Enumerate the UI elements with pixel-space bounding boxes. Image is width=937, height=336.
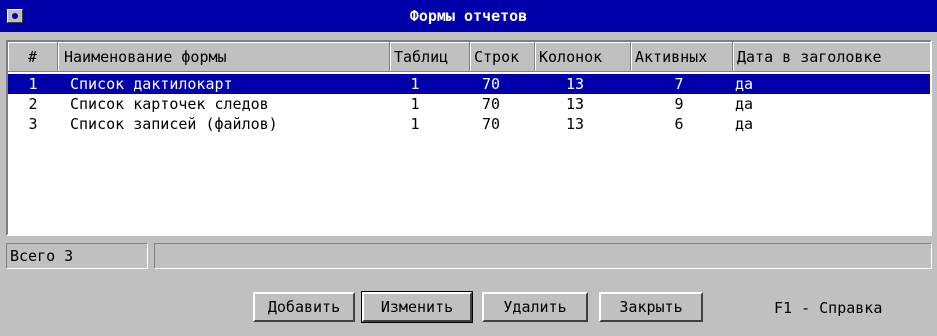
table-header: # Наименование формы Таблиц Строк Колоно…: [8, 42, 930, 72]
title-bar[interactable]: Формы отчетов: [0, 0, 937, 32]
active-count: 6: [674, 115, 684, 133]
column-header-name[interactable]: Наименование формы: [58, 42, 390, 72]
form-name: Список карточек следов: [70, 95, 269, 113]
table-row[interactable]: 3 Список записей (файлов) 1 70 13 6 да: [8, 114, 930, 134]
columns-count: 13: [565, 75, 585, 93]
column-header-date-in-title[interactable]: Дата в заголовке: [733, 42, 930, 72]
table-row[interactable]: 2 Список карточек следов 1 70 13 9 да: [8, 94, 930, 114]
tables-count: 1: [410, 95, 420, 113]
row-number: 2: [28, 95, 38, 113]
date-in-title: да: [735, 115, 754, 133]
status-bar: Всего 3: [6, 243, 932, 269]
columns-count: 13: [565, 115, 585, 133]
column-header-columns[interactable]: Колонок: [535, 42, 631, 72]
column-header-active[interactable]: Активных: [631, 42, 733, 72]
table-row[interactable]: 1 Список дактилокарт 1 70 13 7 да: [8, 74, 930, 94]
rows-count: 70: [481, 75, 501, 93]
row-number: 1: [28, 75, 38, 93]
column-header-tables[interactable]: Таблиц: [390, 42, 470, 72]
active-count: 7: [674, 75, 684, 93]
total-count: Всего 3: [6, 243, 148, 269]
window-title: Формы отчетов: [409, 7, 528, 25]
delete-button[interactable]: Удалить: [482, 292, 588, 322]
edit-button[interactable]: Изменить: [361, 291, 473, 323]
column-header-number[interactable]: #: [8, 42, 58, 72]
help-hint: F1 - Справка: [774, 299, 883, 317]
form-name: Список дактилокарт: [70, 75, 233, 93]
close-button[interactable]: Закрыть: [599, 292, 703, 322]
row-number: 3: [28, 115, 38, 133]
date-in-title: да: [735, 75, 754, 93]
active-count: 9: [674, 95, 684, 113]
forms-table[interactable]: # Наименование формы Таблиц Строк Колоно…: [6, 40, 932, 236]
status-panel: [154, 243, 932, 269]
column-header-rows[interactable]: Строк: [470, 42, 535, 72]
columns-count: 13: [565, 95, 585, 113]
date-in-title: да: [735, 95, 754, 113]
rows-count: 70: [481, 115, 501, 133]
add-button[interactable]: Добавить: [253, 292, 355, 322]
form-name: Список записей (файлов): [70, 115, 278, 133]
rows-count: 70: [481, 95, 501, 113]
tables-count: 1: [410, 115, 420, 133]
report-forms-window: Формы отчетов # Наименование формы Табли…: [0, 0, 937, 336]
tables-count: 1: [410, 75, 420, 93]
